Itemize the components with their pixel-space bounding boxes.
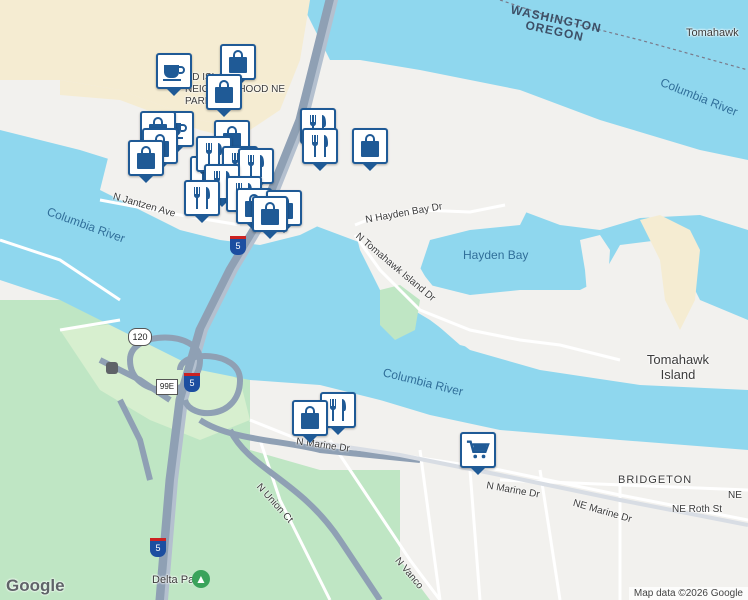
poi-pin-shopping[interactable]	[206, 74, 242, 117]
poi-pin-shopping[interactable]	[128, 140, 164, 183]
poi-pin-restaurant[interactable]	[302, 128, 338, 171]
shopping-bag-icon	[298, 406, 322, 430]
label-tomahawk-island: Tomahawk Island	[646, 352, 710, 382]
fork-knife-icon	[308, 134, 332, 158]
shopping-bag-icon	[358, 134, 382, 158]
route-120-shield: 120	[128, 328, 152, 346]
label-bridgeton: BRIDGETON	[618, 474, 693, 486]
map-attribution[interactable]: Map data ©2026 Google	[628, 587, 748, 600]
poi-pin-shopping[interactable]	[252, 196, 288, 239]
label-hayden-bay: Hayden Bay	[463, 248, 529, 262]
poi-pin-shopping[interactable]	[292, 400, 328, 443]
shopping-bag-icon	[258, 202, 282, 226]
poi-pin-shopping[interactable]	[352, 128, 388, 171]
map-canvas[interactable]: WASHINGTON OREGON Tomahawk Columbia Rive…	[0, 0, 748, 600]
map-base-layer	[0, 0, 748, 600]
interstate-5-shield-c: 5	[150, 538, 166, 557]
label-tomahawk-top: Tomahawk	[686, 27, 739, 39]
poi-pin-restaurant[interactable]	[184, 180, 220, 223]
coffee-cup-icon	[162, 59, 186, 83]
fork-knife-icon	[244, 154, 268, 178]
label-ne-roth-st: NE Roth St	[672, 504, 723, 515]
poi-pin-grocery[interactable]	[460, 432, 496, 475]
label-ne-trunc: NE	[728, 490, 742, 501]
fork-knife-icon	[190, 186, 214, 210]
parking-lock-icon	[106, 362, 118, 374]
shopping-bag-icon	[212, 80, 236, 104]
shopping-bag-icon	[134, 146, 158, 170]
poi-pin-cafe[interactable]	[156, 53, 192, 96]
route-99e-shield: 99E	[156, 379, 178, 395]
park-tree-icon: ▲	[192, 570, 210, 588]
interstate-5-shield-a: 5	[230, 236, 246, 255]
shopping-bag-icon	[226, 50, 250, 74]
google-logo: Google	[6, 576, 65, 595]
interstate-5-shield-b: 5	[184, 373, 200, 392]
fork-knife-icon	[326, 398, 350, 422]
shopping-cart-icon	[466, 438, 490, 462]
